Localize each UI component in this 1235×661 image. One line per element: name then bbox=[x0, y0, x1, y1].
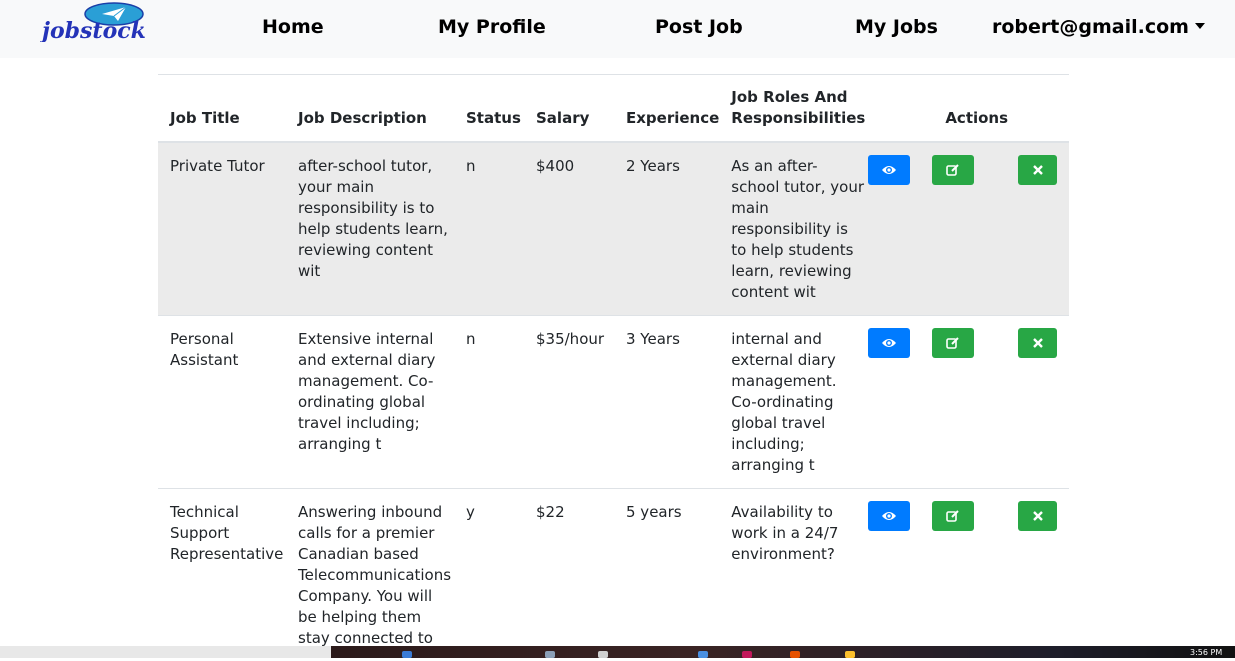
edit-icon bbox=[946, 336, 960, 350]
cell-salary: $22 bbox=[524, 489, 614, 661]
cell-job-roles: As an after-school tutor, your main resp… bbox=[719, 142, 865, 316]
cell-job-description: Answering inbound calls for a premier Ca… bbox=[286, 489, 454, 661]
cell-job-roles: Availability to work in a 24/7 environme… bbox=[719, 489, 865, 661]
close-icon bbox=[1033, 511, 1043, 521]
taskbar-app-icon[interactable] bbox=[545, 651, 555, 658]
close-icon bbox=[1033, 165, 1043, 175]
cell-status: n bbox=[454, 142, 524, 316]
delete-button[interactable] bbox=[1018, 155, 1057, 185]
taskbar-apps-area bbox=[331, 646, 1235, 658]
edit-button[interactable] bbox=[932, 501, 974, 531]
cell-status: y bbox=[454, 489, 524, 661]
table-row: Personal Assistant Extensive internal an… bbox=[158, 316, 1069, 489]
cell-job-description: after-school tutor, your main responsibi… bbox=[286, 142, 454, 316]
cell-status: n bbox=[454, 316, 524, 489]
cell-experience: 5 years bbox=[614, 489, 719, 661]
table-row: Private Tutor after-school tutor, your m… bbox=[158, 142, 1069, 316]
eye-icon bbox=[881, 164, 897, 176]
nav-my-profile[interactable]: My Profile bbox=[438, 16, 546, 38]
caret-down-icon bbox=[1195, 23, 1205, 29]
cell-job-roles: internal and external diary management. … bbox=[719, 316, 865, 489]
header-job-description: Job Description bbox=[286, 75, 454, 142]
taskbar-app-icon[interactable] bbox=[790, 651, 800, 658]
nav-post-job[interactable]: Post Job bbox=[655, 16, 743, 38]
navbar: jobstock Home My Profile Post Job My Job… bbox=[0, 0, 1235, 58]
cell-job-description: Extensive internal and external diary ma… bbox=[286, 316, 454, 489]
jobs-table-container: Job Title Job Description Status Salary … bbox=[158, 74, 1069, 661]
view-button[interactable] bbox=[868, 328, 910, 358]
jobstock-logo[interactable]: jobstock bbox=[40, 2, 180, 42]
cell-job-title: Personal Assistant bbox=[158, 316, 286, 489]
header-salary: Salary bbox=[524, 75, 614, 142]
edit-button[interactable] bbox=[932, 328, 974, 358]
taskbar-app-icon[interactable] bbox=[402, 651, 412, 658]
cell-experience: 2 Years bbox=[614, 142, 719, 316]
taskbar-app-icon[interactable] bbox=[742, 651, 752, 658]
table-header-row: Job Title Job Description Status Salary … bbox=[158, 75, 1069, 142]
nav-my-jobs[interactable]: My Jobs bbox=[855, 16, 938, 38]
close-icon bbox=[1033, 338, 1043, 348]
header-experience: Experience bbox=[614, 75, 719, 142]
taskbar-app-icon[interactable] bbox=[598, 651, 608, 658]
table-row: Technical Support Representative Answeri… bbox=[158, 489, 1069, 661]
taskbar-app-icon[interactable] bbox=[698, 651, 708, 658]
header-status: Status bbox=[454, 75, 524, 142]
delete-button[interactable] bbox=[1018, 328, 1057, 358]
jobs-table: Job Title Job Description Status Salary … bbox=[158, 75, 1069, 661]
cell-salary: $35/hour bbox=[524, 316, 614, 489]
cell-salary: $400 bbox=[524, 142, 614, 316]
view-button[interactable] bbox=[868, 501, 910, 531]
header-job-title: Job Title bbox=[158, 75, 286, 142]
svg-text:jobstock: jobstock bbox=[40, 18, 146, 42]
taskbar-clock: 3:56 PM bbox=[1190, 648, 1222, 657]
view-button[interactable] bbox=[868, 155, 910, 185]
header-job-roles: Job Roles And Responsibilities bbox=[719, 75, 865, 142]
user-email: robert@gmail.com bbox=[992, 16, 1189, 38]
cell-job-title: Technical Support Representative bbox=[158, 489, 286, 661]
user-menu[interactable]: robert@gmail.com bbox=[992, 16, 1205, 38]
edit-button[interactable] bbox=[932, 155, 974, 185]
nav-home[interactable]: Home bbox=[262, 16, 324, 38]
edit-icon bbox=[946, 509, 960, 523]
eye-icon bbox=[881, 337, 897, 349]
cell-experience: 3 Years bbox=[614, 316, 719, 489]
header-actions: Actions bbox=[865, 75, 1069, 142]
cell-job-title: Private Tutor bbox=[158, 142, 286, 316]
edit-icon bbox=[946, 163, 960, 177]
delete-button[interactable] bbox=[1018, 501, 1057, 531]
taskbar-app-icon[interactable] bbox=[845, 651, 855, 658]
eye-icon bbox=[881, 510, 897, 522]
